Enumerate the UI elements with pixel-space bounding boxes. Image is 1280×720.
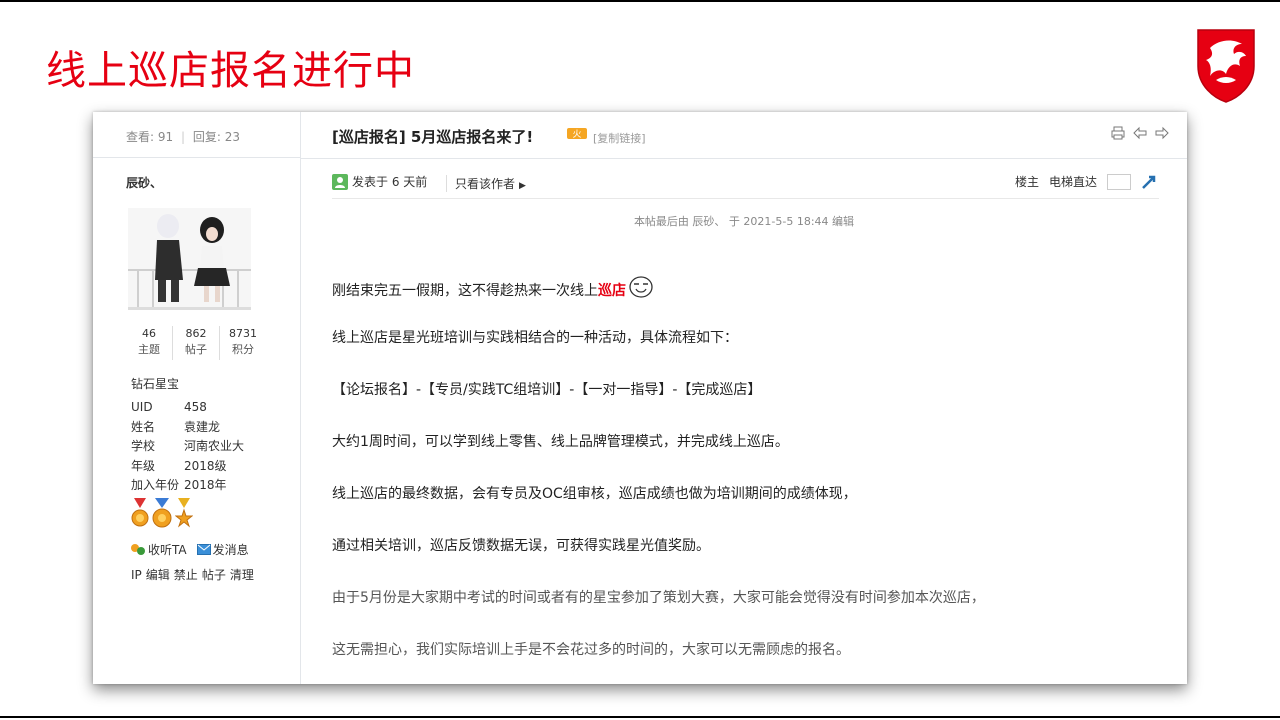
- stat-posts[interactable]: 862 帖子: [173, 326, 220, 360]
- avatar[interactable]: [128, 208, 251, 310]
- profile-key: 学校: [131, 439, 156, 453]
- follow-icon: [131, 543, 145, 555]
- stat-label: 主题: [138, 343, 160, 356]
- stat-value: 46: [142, 327, 156, 340]
- profile-key: UID: [131, 400, 153, 414]
- profile-row: 学校 河南农业大: [131, 437, 244, 457]
- profile-key: 加入年份: [131, 478, 180, 492]
- stat-topics[interactable]: 46 主题: [126, 326, 173, 360]
- post-paragraph: 线上巡店的最终数据，会有专员及OC组审核，巡店成绩也做为培训期间的成绩体现，: [332, 486, 857, 502]
- next-thread-icon[interactable]: [1155, 126, 1169, 140]
- replies-label: 回复:: [192, 130, 221, 144]
- stat-value: 862: [185, 327, 207, 340]
- follow-button[interactable]: 收听TA: [130, 541, 187, 558]
- views-label: 查看:: [126, 130, 155, 144]
- profile-key: 年级: [131, 458, 156, 473]
- profile-row: UID 458: [131, 398, 244, 418]
- jump-to-floor-label: 电梯直达: [1048, 175, 1097, 189]
- profile-value: 458: [184, 400, 207, 414]
- post-paragraph: 大约1周时间，可以学到线上零售、线上品牌管理模式，并完成线上巡店。: [332, 434, 789, 450]
- triangle-right-icon: ▶: [519, 181, 526, 191]
- forum-post-screenshot: 查看: 91 | 回复: 23 辰砂、 46 主题 862 帖子 8731 积分…: [93, 112, 1187, 684]
- profile-value: 2018年: [184, 478, 227, 492]
- highlighted-keyword: 巡店: [598, 283, 626, 299]
- admin-actions: IP 编辑 禁止 帖子 清理: [131, 566, 258, 583]
- post-paragraph: 【论坛报名】-【专员/实践TC组培训】-【一对一指导】-【完成巡店】: [332, 382, 762, 398]
- floor-label: 楼主: [1014, 175, 1039, 189]
- author-sidebar: 查看: 91 | 回复: 23 辰砂、 46 主题 862 帖子 8731 积分…: [93, 112, 301, 684]
- admin-ban-link[interactable]: 禁止: [174, 568, 198, 582]
- profile-row: 姓名 袁建龙: [131, 418, 244, 438]
- svg-text:火: 火: [572, 129, 581, 140]
- stats-divider: |: [180, 130, 186, 144]
- post-header: [巡店报名] 5月巡店报名来了! 火 [复制链接]: [301, 112, 1187, 159]
- print-icon[interactable]: [1111, 126, 1125, 140]
- post-title: [巡店报名] 5月巡店报名来了!: [332, 128, 534, 146]
- author-actions: 收听TA 发消息: [130, 541, 249, 558]
- stat-label: 积分: [232, 343, 254, 356]
- medal-icon[interactable]: [175, 498, 193, 530]
- jump-arrow-icon[interactable]: [1141, 174, 1157, 190]
- online-status-icon: [332, 173, 348, 190]
- medal-icon[interactable]: [131, 498, 149, 530]
- views-count: 91: [157, 130, 174, 144]
- envelope-icon: [196, 544, 211, 555]
- floor-tools: 楼主 电梯直达: [1015, 173, 1157, 190]
- medal-list: [131, 498, 193, 530]
- hot-thread-icon: 火: [567, 128, 587, 140]
- replies-count: 23: [224, 130, 241, 144]
- post-paragraph: 由于5月份是大家期中考试的时间或者有的星宝参加了策划大赛，大家可能会觉得没有时间…: [332, 590, 985, 606]
- header-tools: [1111, 126, 1169, 140]
- only-author-label: 只看该作者: [455, 177, 516, 191]
- copy-link[interactable]: [复制链接]: [593, 130, 646, 146]
- post-paragraph: 这无需担心，我们实际培训上手是不会花过多的时间的，大家可以无需顾虑的报名。: [332, 642, 850, 658]
- follow-label: 收听TA: [148, 543, 187, 557]
- smiley-face-icon: [629, 276, 653, 298]
- msi-dragon-shield-logo: [1197, 29, 1255, 103]
- jump-floor-input[interactable]: [1107, 173, 1131, 190]
- profile-value: 河南农业大: [184, 439, 245, 453]
- author-profile: UID 458 姓名 袁建龙 学校 河南农业大 年级 2018级 加入年份 2018年: [131, 398, 244, 496]
- post-paragraph: 刚结束完五一假期，这不得趁热来一次线上巡店: [332, 275, 654, 300]
- stat-label: 帖子: [185, 343, 207, 356]
- profile-key: 姓名: [131, 419, 156, 434]
- only-author-link[interactable]: 只看该作者 ▶: [446, 175, 526, 192]
- slide-title: 线上巡店报名进行中: [46, 48, 415, 94]
- paragraph-text: 刚结束完五一假期，这不得趁热来一次线上: [332, 283, 598, 299]
- medal-icon[interactable]: [151, 498, 173, 530]
- stat-value: 8731: [229, 327, 257, 340]
- post-paragraph: 线上巡店是星光班培训与实践相结合的一种活动，具体流程如下：: [332, 330, 738, 346]
- admin-ip-link[interactable]: IP: [131, 568, 142, 582]
- post-main: [巡店报名] 5月巡店报名来了! 火 [复制链接] 发表于 6 天前 只看该作者…: [301, 112, 1187, 684]
- profile-value: 袁建龙: [184, 419, 221, 434]
- admin-clean-link[interactable]: 清理: [230, 568, 254, 582]
- profile-row: 年级 2018级: [131, 457, 244, 477]
- send-message-button[interactable]: 发消息: [196, 541, 249, 558]
- author-stats: 46 主题 862 帖子 8731 积分: [126, 326, 266, 360]
- thread-stats: 查看: 91 | 回复: 23: [93, 112, 300, 158]
- author-rank: 钻石星宝: [131, 377, 180, 391]
- edit-note: 本帖最后由 辰砂、 于 2021-5-5 18:44 编辑: [633, 215, 855, 228]
- posted-time: 发表于 6 天前: [352, 175, 428, 189]
- post-meta-bar: 发表于 6 天前 只看该作者 ▶ 楼主 电梯直达: [332, 172, 1159, 199]
- profile-row: 加入年份 2018年: [131, 476, 244, 496]
- message-label: 发消息: [212, 543, 249, 557]
- post-paragraph: 通过相关培训，巡店反馈数据无误，可获得实践星光值奖励。: [332, 538, 710, 554]
- previous-thread-icon[interactable]: [1133, 126, 1147, 140]
- bottom-border: [0, 716, 1280, 718]
- author-name[interactable]: 辰砂、: [126, 174, 162, 191]
- top-border: [0, 0, 1280, 2]
- admin-posts-link[interactable]: 帖子: [202, 568, 226, 582]
- posted-info: 发表于 6 天前: [332, 173, 427, 190]
- profile-value: 2018级: [184, 458, 227, 473]
- admin-edit-link[interactable]: 编辑: [146, 568, 170, 582]
- stat-points[interactable]: 8731 积分: [220, 326, 266, 360]
